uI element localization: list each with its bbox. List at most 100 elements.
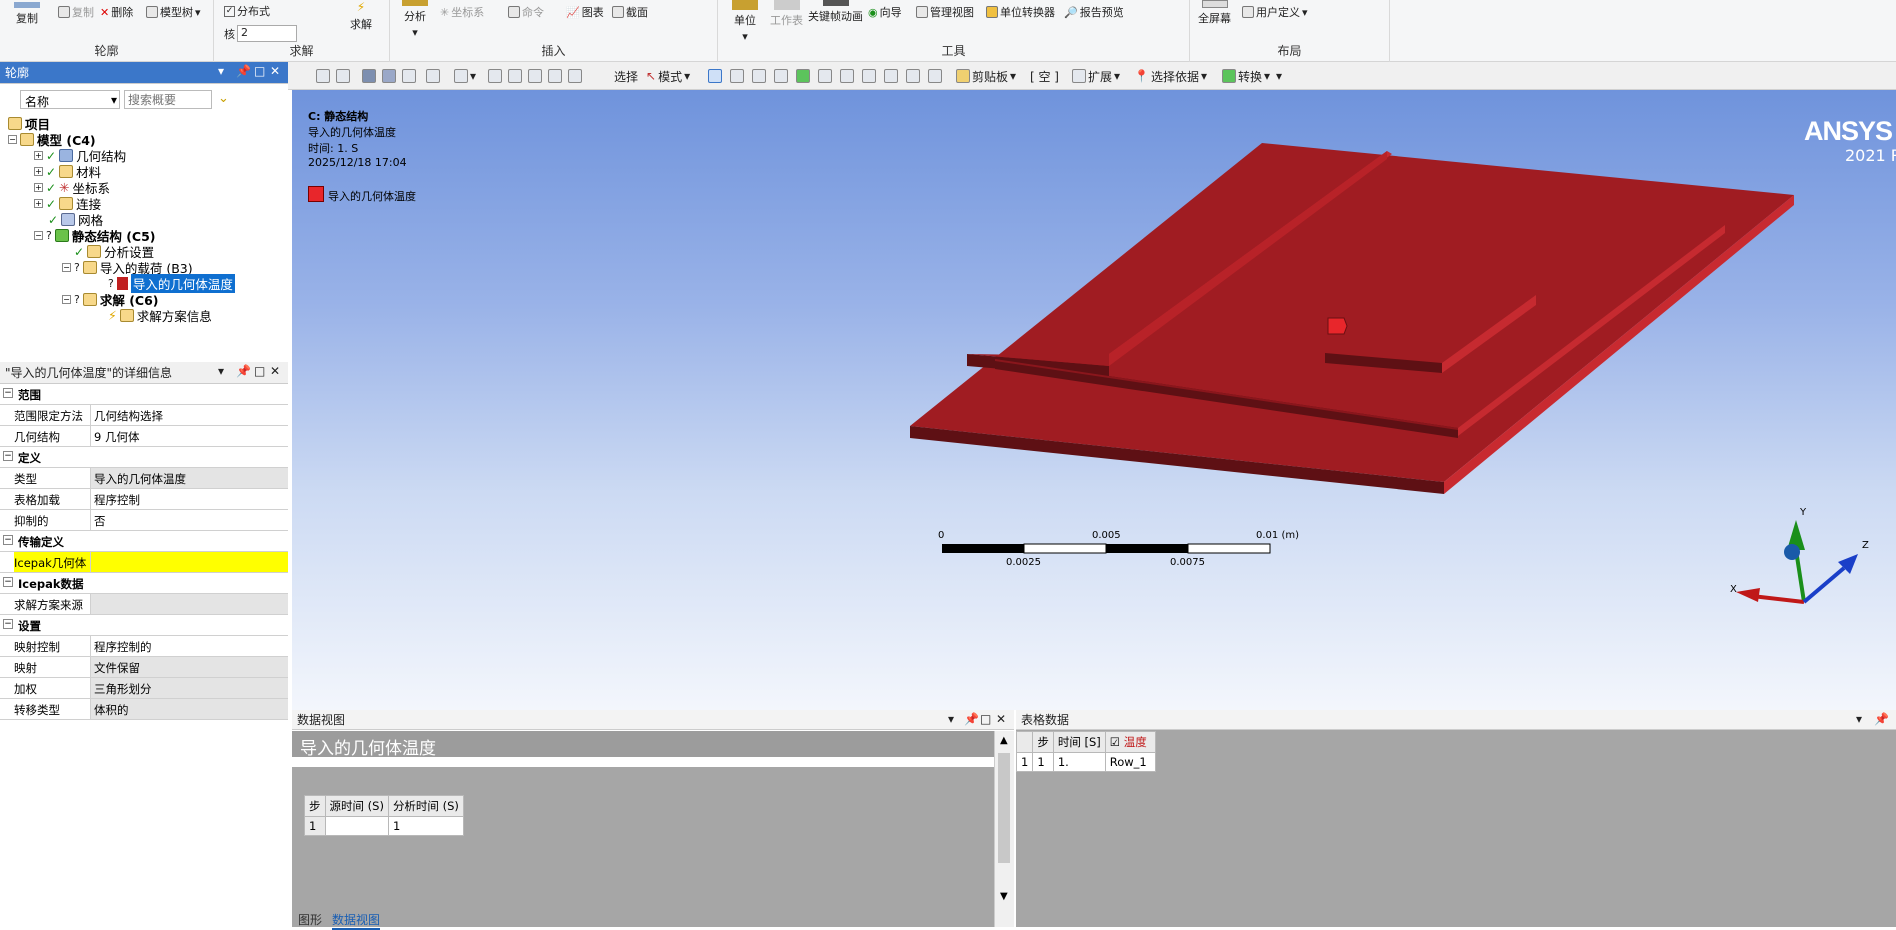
data-view-scrollbar[interactable]: ▲ ▼: [994, 731, 1014, 927]
details-row[interactable]: 加权 三角形划分: [0, 678, 288, 699]
pin-icon[interactable]: 📌: [236, 64, 251, 78]
analysis-button[interactable]: 分析 ▾: [402, 0, 428, 39]
delete-button[interactable]: ✕ 删除: [100, 4, 133, 20]
details-section[interactable]: − 传输定义: [0, 531, 288, 552]
close-icon[interactable]: ✕: [996, 712, 1006, 726]
expand-icon[interactable]: +: [34, 151, 43, 160]
details-section[interactable]: − Icepak数据: [0, 573, 288, 594]
table-row[interactable]: 1 1 1. Row_1: [1015, 752, 1156, 772]
details-value[interactable]: 文件保留: [90, 657, 288, 677]
expand-icon[interactable]: +: [34, 167, 43, 176]
scroll-up-icon[interactable]: ▲: [1000, 735, 1008, 746]
dropdown-icon[interactable]: ▾: [218, 364, 224, 378]
dropdown-icon[interactable]: ▾: [1856, 712, 1862, 726]
search-input[interactable]: [124, 90, 212, 109]
pin-icon[interactable]: 📌: [964, 712, 979, 726]
expand-icon[interactable]: +: [34, 183, 43, 192]
table-cell[interactable]: 1.: [1052, 752, 1106, 772]
details-row[interactable]: 类型 导入的几何体温度: [0, 468, 288, 489]
pan-icon[interactable]: [488, 67, 502, 85]
select-hide-icon[interactable]: [906, 67, 920, 85]
pin-icon[interactable]: 📌: [1874, 712, 1889, 726]
unit-converter-button[interactable]: 单位转换器: [986, 4, 1055, 20]
details-row[interactable]: 表格加载 程序控制: [0, 489, 288, 510]
collapse-icon[interactable]: −: [34, 231, 43, 240]
collapse-icon[interactable]: −: [62, 263, 71, 272]
column-header[interactable]: ☑ 温度: [1104, 731, 1156, 753]
details-section[interactable]: − 定义: [0, 447, 288, 468]
maximize-icon[interactable]: □: [254, 64, 265, 78]
collapse-icon[interactable]: −: [62, 295, 71, 304]
zoom-fit-icon[interactable]: [548, 67, 562, 85]
coord-sys-button[interactable]: ✳ 坐标系: [440, 4, 484, 20]
manage-views-button[interactable]: 管理视图: [916, 4, 974, 20]
details-value[interactable]: 几何结构选择: [90, 405, 288, 425]
table-cell[interactable]: [324, 816, 389, 836]
convert-button[interactable]: 转换 ▾: [1222, 67, 1270, 85]
filter-select[interactable]: 名称 ▾: [20, 90, 120, 109]
select-vertex-icon[interactable]: [774, 67, 788, 85]
mode-button[interactable]: ↖ 模式 ▾: [646, 67, 690, 85]
select-button[interactable]: 选择: [614, 67, 638, 85]
clipboard-button[interactable]: 剪贴板 ▾: [956, 67, 1016, 85]
close-icon[interactable]: ✕: [270, 64, 280, 78]
user-defined-button[interactable]: 用户定义 ▾: [1242, 4, 1308, 20]
table-cell[interactable]: 1: [1032, 752, 1054, 772]
column-header[interactable]: 时间 [S]: [1052, 731, 1106, 753]
cores-input[interactable]: 2: [237, 25, 297, 42]
details-value[interactable]: 导入的几何体温度: [90, 468, 288, 488]
zoom-out-icon[interactable]: [336, 67, 350, 85]
command-button[interactable]: 命令: [508, 4, 544, 20]
details-row[interactable]: 映射控制 程序控制的: [0, 636, 288, 657]
select-element-icon[interactable]: [818, 67, 832, 85]
expand-icon[interactable]: +: [34, 199, 43, 208]
details-row[interactable]: 求解方案来源: [0, 594, 288, 615]
dropdown-icon[interactable]: ▾: [218, 64, 224, 78]
select-face-icon[interactable]: [730, 67, 744, 85]
details-value[interactable]: 程序控制: [90, 489, 288, 509]
select-mesh-icon[interactable]: [862, 67, 876, 85]
temperature-marker[interactable]: [1327, 317, 1348, 335]
distributed-checkbox[interactable]: ✓ 分布式: [224, 3, 270, 19]
column-header[interactable]: 步: [1032, 731, 1054, 753]
magnifier-icon[interactable]: [568, 67, 582, 85]
table-row[interactable]: 11: [304, 816, 464, 836]
details-section[interactable]: − 范围: [0, 384, 288, 405]
details-value[interactable]: 否: [90, 510, 288, 530]
multi-body-icon[interactable]: [402, 67, 416, 85]
keyframe-button[interactable]: 关键帧动画: [808, 0, 863, 24]
copy-button[interactable]: 复制: [14, 2, 40, 26]
wizard-button[interactable]: ◉ 向导: [868, 4, 902, 20]
solve-button[interactable]: ⚡ 求解: [350, 0, 372, 32]
select-by-button[interactable]: 📍 选择依据 ▾: [1134, 67, 1207, 85]
duplicate-button[interactable]: 复制: [58, 4, 94, 20]
maximize-icon[interactable]: □: [254, 364, 265, 378]
details-row[interactable]: 抑制的 否: [0, 510, 288, 531]
collapse-icon[interactable]: −: [3, 451, 13, 461]
details-row[interactable]: 转移类型 体积的: [0, 699, 288, 720]
fullscreen-button[interactable]: 全屏幕: [1198, 0, 1231, 26]
details-value[interactable]: [90, 552, 288, 572]
tab-graph[interactable]: 图形: [298, 911, 322, 928]
chart-button[interactable]: 📈 图表: [566, 4, 604, 20]
select-edge-icon[interactable]: [752, 67, 766, 85]
worksheet-button[interactable]: 工作表: [770, 0, 803, 28]
scroll-down-icon[interactable]: ▼: [1000, 891, 1008, 902]
table-cell[interactable]: 1: [387, 816, 464, 836]
pin-icon[interactable]: 📌: [236, 364, 251, 378]
checkbox-icon[interactable]: ☑: [1110, 735, 1124, 749]
model-tree-button[interactable]: 模型树 ▾: [146, 4, 201, 20]
toolbar-overflow-icon[interactable]: ▾: [1276, 67, 1282, 85]
box-zoom-icon[interactable]: [528, 67, 542, 85]
table-cell[interactable]: 1: [304, 816, 326, 836]
section-button[interactable]: 截面: [612, 4, 648, 20]
units-button[interactable]: 单位 ▾: [732, 0, 758, 43]
maximize-icon[interactable]: □: [980, 712, 991, 726]
dropdown-icon[interactable]: ▾: [948, 712, 954, 726]
details-row[interactable]: Icepak几何体: [0, 552, 288, 573]
details-value[interactable]: 9 几何体: [90, 426, 288, 446]
details-row[interactable]: 范围限定方法 几何结构选择: [0, 405, 288, 426]
details-row[interactable]: 映射 文件保留: [0, 657, 288, 678]
table-cell[interactable]: 1: [1015, 752, 1034, 772]
select-point-icon[interactable]: [708, 67, 722, 85]
